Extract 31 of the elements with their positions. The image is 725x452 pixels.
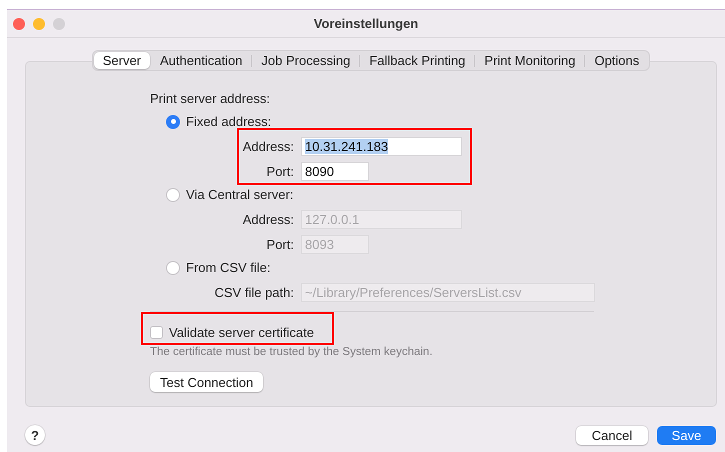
tab[interactable]: Fallback Printing [360, 52, 474, 69]
checkbox[interactable] [150, 326, 163, 338]
field-label: CSV file path: [214, 284, 294, 300]
radio-button[interactable] [166, 114, 180, 128]
tab[interactable]: Server [94, 52, 150, 69]
field-label: Address: [242, 138, 294, 154]
field-label: Port: [266, 236, 294, 252]
option-label: From CSV file: [186, 260, 271, 275]
tab[interactable]: Options [585, 52, 648, 69]
field-label: Port: [266, 164, 294, 178]
input-field[interactable]: 10.31.241.183 [301, 136, 462, 156]
field-label: Address: [242, 212, 294, 226]
zoom-icon[interactable] [53, 18, 65, 30]
hint-text: The certificate must be trusted by the System keychain. [150, 346, 434, 358]
test-connection-button[interactable]: Test Connection [150, 372, 264, 392]
minimize-icon[interactable] [33, 18, 45, 30]
tab[interactable]: Authentication [151, 52, 252, 69]
checkbox-label: Validate server certificate [169, 324, 314, 340]
help-button[interactable]: ? [25, 425, 45, 445]
tab[interactable]: Print Monitoring [475, 52, 584, 69]
window-title: Voreinstellungen [314, 16, 418, 31]
dialog-button[interactable]: Save [657, 426, 716, 444]
dialog-button[interactable]: Cancel [576, 426, 648, 444]
tab[interactable]: Job Processing [252, 52, 360, 69]
radio-button[interactable] [166, 260, 180, 274]
input-field[interactable]: 8090 [301, 162, 369, 180]
section-label: Print server address: [150, 90, 271, 108]
option-label: Fixed address: [186, 114, 272, 129]
radio-button[interactable] [166, 188, 180, 202]
close-icon[interactable] [13, 18, 25, 30]
option-label: Via Central server: [186, 187, 294, 202]
